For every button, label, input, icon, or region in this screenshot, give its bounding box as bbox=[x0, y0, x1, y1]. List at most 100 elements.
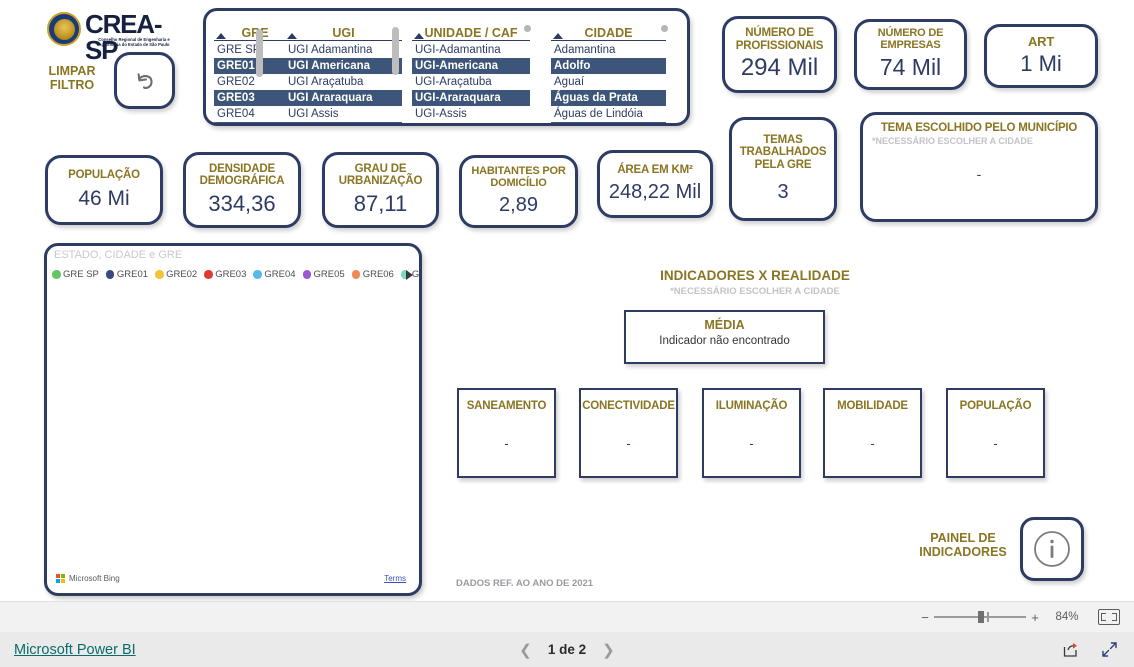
legend-item[interactable]: GRE04 bbox=[253, 269, 296, 280]
slicer-item[interactable]: Águas de Lindóia bbox=[551, 106, 666, 122]
legend-label: GRE01 bbox=[116, 269, 149, 280]
zoom-slider[interactable] bbox=[934, 610, 1026, 624]
slicer-gre-header[interactable]: GRE bbox=[214, 19, 296, 41]
slicer-item[interactable]: GRE03 bbox=[214, 90, 296, 106]
chevron-right-icon[interactable]: ❯ bbox=[602, 641, 615, 659]
legend-swatch bbox=[351, 270, 361, 279]
card-tema-escolhido-pelo-municipio: TEMA ESCOLHIDO PELO MUNICÍPIO *NECESSÁRI… bbox=[860, 112, 1098, 222]
sort-asc-icon[interactable] bbox=[216, 33, 226, 39]
legend-item[interactable]: GRE01 bbox=[105, 269, 149, 280]
sort-asc-icon[interactable] bbox=[287, 33, 297, 39]
slicer-item[interactable]: Adolfo bbox=[551, 58, 666, 74]
slicer-item[interactable]: Águas da Prata bbox=[551, 90, 666, 106]
crea-sp-logo: CREA-SP Conselho Regional de Engenharia … bbox=[47, 10, 177, 63]
slicer-item[interactable]: UGI Americana bbox=[285, 58, 402, 74]
card-value: - bbox=[749, 436, 754, 451]
kpi-value: 1 Mi bbox=[1020, 51, 1062, 77]
legend-item[interactable]: GRE03 bbox=[204, 269, 246, 280]
slicer-item[interactable]: GRE02 bbox=[214, 74, 296, 90]
fullscreen-icon[interactable] bbox=[1101, 641, 1118, 658]
slicer-item[interactable]: Adamantina bbox=[551, 42, 666, 58]
kpi-grau-de-urbanizacao: GRAU DE URBANIZAÇÃO 87,11 bbox=[322, 152, 439, 228]
legend-label: GRE05 bbox=[313, 269, 345, 280]
card-note: *NECESSÁRIO ESCOLHER A CIDADE bbox=[872, 136, 1033, 147]
slicer-item-partial[interactable] bbox=[551, 122, 666, 123]
info-circle-icon bbox=[1034, 531, 1070, 567]
kpi-title: ÁREA EM KM² bbox=[617, 164, 693, 177]
clear-filter-button[interactable] bbox=[114, 52, 175, 109]
slicer-item[interactable]: GRE SP bbox=[214, 42, 296, 58]
slicer-item-partial[interactable] bbox=[285, 122, 402, 123]
slicer-item[interactable]: UGI-Assis bbox=[412, 106, 530, 122]
fit-to-page-icon[interactable] bbox=[1098, 609, 1120, 625]
slicer-unidade-caf-header[interactable]: UNIDADE / CAF bbox=[412, 19, 530, 41]
slicer-unidade-caf-caption: UNIDADE / CAF bbox=[424, 26, 518, 40]
slicer-item[interactable]: UGI Adamantina bbox=[285, 42, 402, 58]
bing-attribution-label: Microsoft Bing bbox=[69, 574, 120, 583]
chevron-left-icon[interactable]: ❮ bbox=[519, 641, 532, 659]
slicer-cidade[interactable]: CIDADE Adamantina Adolfo Aguaí Águas da … bbox=[551, 19, 666, 123]
zoom-slider-thumb[interactable] bbox=[978, 611, 984, 623]
slicer-item[interactable]: UGI Araraquara bbox=[285, 90, 402, 106]
slicer-item-partial[interactable] bbox=[214, 122, 296, 123]
legend-label: GRE02 bbox=[166, 269, 198, 280]
slicer-ugi-list[interactable]: UGI Adamantina UGI Americana UGI Araçatu… bbox=[285, 42, 402, 123]
legend-item[interactable]: GRE02 bbox=[155, 269, 197, 280]
kpi-value: 294 Mil bbox=[740, 53, 819, 81]
sort-asc-icon[interactable] bbox=[553, 33, 563, 39]
legend-swatch bbox=[155, 270, 164, 279]
kpi-area-em-km2: ÁREA EM KM² 248,22 Mil bbox=[597, 150, 713, 218]
bing-terms-link[interactable]: Terms bbox=[384, 574, 406, 583]
crea-seal-icon bbox=[47, 12, 81, 46]
slicer-item[interactable]: UGI Araçatuba bbox=[285, 74, 402, 90]
slicer-gre[interactable]: GRE GRE SP GRE01 GRE02 GRE03 GRE04 bbox=[214, 19, 296, 123]
slicer-cidade-scroll-dot[interactable] bbox=[661, 25, 668, 32]
card-conectividade: CONECTIVIDADE - bbox=[579, 388, 678, 478]
slicer-ugi-scrollbar[interactable] bbox=[392, 17, 399, 121]
kpi-habitantes-por-domicilio: HABITANTES POR DOMICÍLIO 2,89 bbox=[459, 155, 578, 228]
zoom-in-button[interactable]: + bbox=[1026, 610, 1044, 625]
slicer-item[interactable]: GRE04 bbox=[214, 106, 296, 122]
legend-item[interactable]: GRE06 bbox=[351, 269, 394, 280]
zoom-out-button[interactable]: − bbox=[916, 610, 934, 625]
kpi-value: 87,11 bbox=[353, 191, 408, 217]
slicer-gre-list[interactable]: GRE SP GRE01 GRE02 GRE03 GRE04 bbox=[214, 42, 296, 123]
legend-item[interactable]: GRE SP bbox=[52, 269, 99, 280]
map-visual[interactable]: ESTADO, CIDADE e GRE GRE SP GRE01 GRE02 … bbox=[44, 243, 422, 596]
slicer-item[interactable]: UGI Assis bbox=[285, 106, 402, 122]
indicators-title: INDICADORES X REALIDADE bbox=[660, 268, 850, 283]
legend-swatch bbox=[52, 270, 61, 279]
kpi-title: POPULAÇÃO bbox=[68, 168, 140, 181]
slicer-item[interactable]: UGI-Araçatuba bbox=[412, 74, 530, 90]
kpi-title: GRAU DE URBANIZAÇÃO bbox=[338, 162, 423, 187]
legend-item[interactable]: GRE05 bbox=[302, 269, 345, 280]
slicer-cidade-header[interactable]: CIDADE bbox=[551, 19, 666, 41]
slicer-cidade-caption: CIDADE bbox=[584, 26, 633, 40]
slicer-unidade-caf-list[interactable]: UGI-Adamantina UGI-Americana UGI-Araçatu… bbox=[412, 42, 530, 122]
legend-swatch bbox=[253, 270, 262, 279]
slicer-item[interactable]: UGI-Adamantina bbox=[412, 42, 530, 58]
slicer-item[interactable]: GRE01 bbox=[214, 58, 296, 74]
filters-panel: GRE GRE SP GRE01 GRE02 GRE03 GRE04 UGI U… bbox=[203, 8, 690, 126]
slicer-cidade-list[interactable]: Adamantina Adolfo Aguaí Águas da Prata Á… bbox=[551, 42, 666, 123]
kpi-densidade-demografica: DENSIDADE DEMOGRÁFICA 334,36 bbox=[183, 152, 301, 228]
kpi-title: DENSIDADE DEMOGRÁFICA bbox=[199, 162, 285, 187]
slicer-ugi-header[interactable]: UGI bbox=[285, 19, 402, 41]
slicer-item[interactable]: Aguaí bbox=[551, 74, 666, 90]
power-bi-link[interactable]: Microsoft Power BI bbox=[14, 642, 136, 658]
painel-indicadores-button[interactable] bbox=[1020, 517, 1084, 581]
kpi-title: TEMAS TRABALHADOS PELA GRE bbox=[739, 133, 827, 171]
sort-asc-icon[interactable] bbox=[414, 33, 424, 39]
data-year-footnote: DADOS REF. AO ANO DE 2021 bbox=[456, 578, 594, 589]
card-media: MÉDIA Indicador não encontrado bbox=[624, 310, 825, 364]
slicer-gre-scrollbar[interactable] bbox=[256, 17, 263, 121]
slicer-unidade-caf[interactable]: UNIDADE / CAF UGI-Adamantina UGI-America… bbox=[412, 19, 530, 123]
share-icon[interactable] bbox=[1062, 641, 1079, 658]
chevron-right-icon[interactable] bbox=[406, 270, 413, 280]
slicer-item[interactable]: UGI-Americana bbox=[412, 58, 530, 74]
slicer-unidade-caf-scroll-dot[interactable] bbox=[524, 25, 531, 32]
kpi-value: 248,22 Mil bbox=[608, 180, 702, 203]
slicer-ugi[interactable]: UGI UGI Adamantina UGI Americana UGI Ara… bbox=[285, 19, 402, 123]
slicer-item[interactable]: UGI-Araraquara bbox=[412, 90, 530, 106]
legend-label: GRE03 bbox=[215, 269, 247, 280]
